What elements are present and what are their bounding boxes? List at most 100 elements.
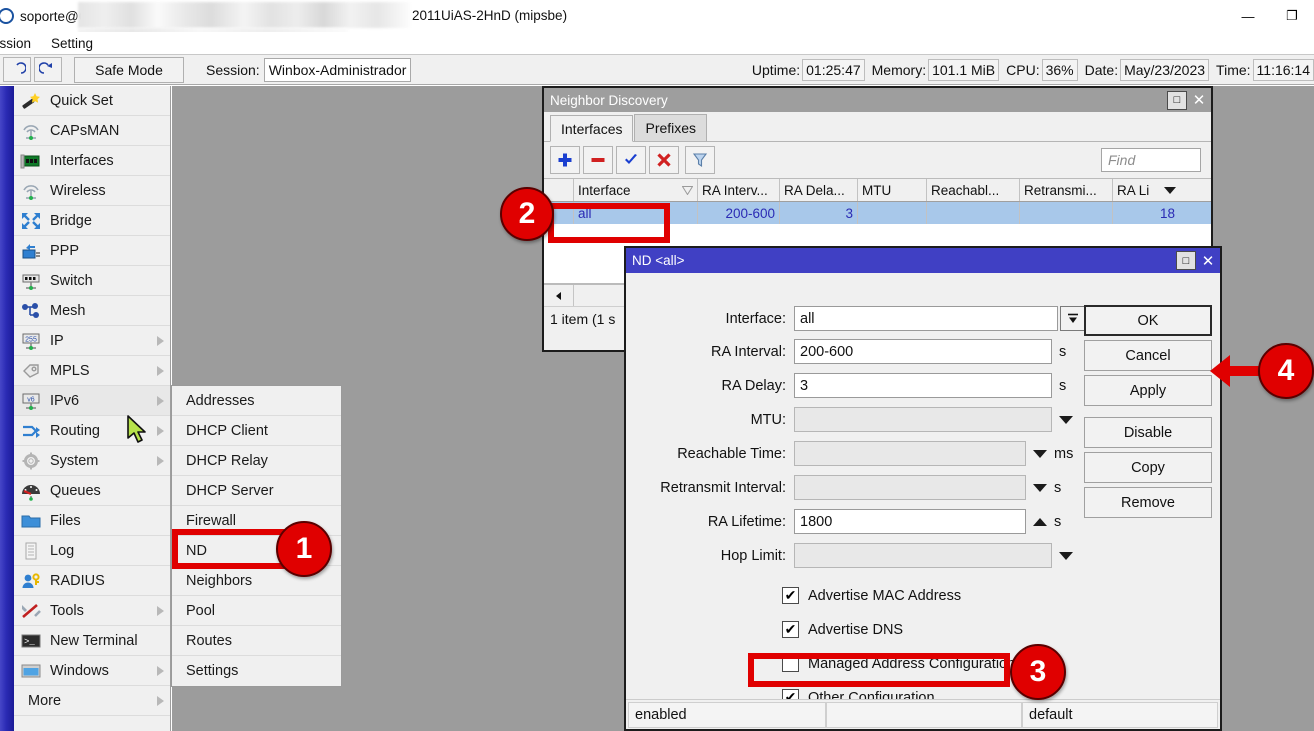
copy-button[interactable]: Copy [1084,452,1212,483]
submenu-item-routes[interactable]: Routes [172,626,341,656]
checkbox-advertise-dns[interactable]: ✔ Advertise DNS [782,617,903,642]
sidebar-item-queues[interactable]: Queues [14,476,170,506]
sidebar-item-ipv6[interactable]: v6 IPv6 [14,386,170,416]
th-ra-lifetime[interactable]: RA Li [1113,179,1157,201]
menu-item-session[interactable]: ession [0,36,41,51]
ra-lifetime-chevron-up-icon[interactable] [1033,518,1047,526]
memory-label: Memory: [872,62,926,78]
retransmit-interval-label: Retransmit Interval: [626,480,794,496]
sidebar-item-mesh[interactable]: Mesh [14,296,170,326]
radius-key-icon [18,569,44,593]
routing-icon [18,419,44,443]
submenu-item-dhcp-client[interactable]: DHCP Client [172,416,341,446]
nd-window-title-bar: Neighbor Discovery □ ✕ [544,88,1211,112]
minimize-icon[interactable]: — [1226,0,1270,32]
sidebar-item-log[interactable]: Log [14,536,170,566]
interface-dropdown-button[interactable] [1060,306,1085,331]
ok-button[interactable]: OK [1084,305,1212,336]
close-icon[interactable]: ✕ [1189,91,1209,110]
cell-reachable [927,202,1020,224]
sidebar-item-ip[interactable]: 255 IP [14,326,170,356]
submenu-item-pool[interactable]: Pool [172,596,341,626]
sidebar-item-more[interactable]: More [14,686,170,716]
nd-tab-strip: Interfaces Prefixes [544,112,1211,142]
remove-icon[interactable] [583,146,613,174]
close-icon[interactable]: ✕ [1198,251,1218,270]
th-reachable[interactable]: Reachabl... [927,179,1020,201]
redo-icon[interactable] [34,57,62,82]
reachable-time-label: Reachable Time: [626,446,794,462]
mtu-input[interactable] [794,407,1052,432]
reachable-time-chevron-down-icon[interactable] [1033,450,1047,458]
th-interface-label: Interface [578,183,631,198]
ra-interval-input[interactable]: 200-600 [794,339,1052,364]
ra-delay-input[interactable]: 3 [794,373,1052,398]
sidebar-label: Quick Set [50,93,113,109]
scroll-left-icon[interactable] [544,285,574,306]
nic-card-icon [18,149,44,173]
sidebar-item-ppp[interactable]: PPP [14,236,170,266]
session-label: Session: [206,62,260,78]
tab-interfaces[interactable]: Interfaces [550,115,633,142]
undo-icon[interactable] [3,57,31,82]
sidebar-item-interfaces[interactable]: Interfaces [14,146,170,176]
ipv6-icon: v6 [18,389,44,413]
sidebar-label: Mesh [50,303,85,319]
sidebar-item-switch[interactable]: Switch [14,266,170,296]
hop-limit-chevron-down-icon[interactable] [1059,552,1073,560]
sidebar-item-system[interactable]: System [14,446,170,476]
chevron-right-icon [157,666,164,676]
submenu-item-settings[interactable]: Settings [172,656,341,686]
sidebar-label: Interfaces [50,153,114,169]
disable-icon[interactable] [649,146,679,174]
hop-limit-input[interactable] [794,543,1052,568]
submenu-item-dhcp-relay[interactable]: DHCP Relay [172,446,341,476]
th-ra-delay[interactable]: RA Dela... [780,179,858,201]
ra-lifetime-input[interactable]: 1800 [794,509,1026,534]
safe-mode-button[interactable]: Safe Mode [74,57,184,83]
sidebar-item-new-terminal[interactable]: >_ New Terminal [14,626,170,656]
antenna-icon [18,179,44,203]
main-menu-sidebar: Quick Set CAPsMAN [14,86,171,731]
sidebar-item-bridge[interactable]: Bridge [14,206,170,236]
mtu-chevron-down-icon[interactable] [1059,416,1073,424]
interface-input[interactable]: all [794,306,1058,331]
reachable-time-input[interactable] [794,441,1026,466]
sidebar-label: IP [50,333,64,349]
submenu-item-dhcp-server[interactable]: DHCP Server [172,476,341,506]
sidebar-item-mpls[interactable]: MPLS [14,356,170,386]
sidebar-item-tools[interactable]: Tools [14,596,170,626]
enable-icon[interactable] [616,146,646,174]
th-mtu[interactable]: MTU [858,179,927,201]
remove-button[interactable]: Remove [1084,487,1212,518]
restore-icon[interactable]: ❐ [1270,0,1314,32]
sidebar-item-windows[interactable]: Windows [14,656,170,686]
sidebar-item-quick-set[interactable]: Quick Set [14,86,170,116]
th-ra-interval[interactable]: RA Interv... [698,179,780,201]
sidebar-item-files[interactable]: Files [14,506,170,536]
filter-icon[interactable] [685,146,715,174]
cancel-button[interactable]: Cancel [1084,340,1212,371]
disable-button[interactable]: Disable [1084,417,1212,448]
apply-button[interactable]: Apply [1084,375,1212,406]
th-retransmit[interactable]: Retransmi... [1020,179,1113,201]
maximize-icon[interactable]: □ [1167,91,1187,110]
submenu-item-addresses[interactable]: Addresses [172,386,341,416]
sidebar-label: Queues [50,483,101,499]
column-chooser-icon[interactable] [1157,179,1179,201]
sidebar-item-capsman[interactable]: CAPsMAN [14,116,170,146]
th-interface[interactable]: Interface [574,179,698,201]
sidebar-item-radius[interactable]: RADIUS [14,566,170,596]
retransmit-interval-input[interactable] [794,475,1026,500]
retransmit-interval-chevron-down-icon[interactable] [1033,484,1047,492]
nd-dialog-buttons: OK Cancel Apply Disable Copy Remove [1084,305,1212,522]
add-icon[interactable] [550,146,580,174]
checkbox-advertise-mac-address[interactable]: ✔ Advertise MAC Address [782,583,961,608]
app-root: soporte@C4:A 2011UiAS-2HnD (mipsbe) — ❐ … [0,0,1314,731]
sidebar-item-wireless[interactable]: Wireless [14,176,170,206]
session-input[interactable]: Winbox-Administrador [264,58,412,82]
find-input[interactable]: Find [1101,148,1201,172]
maximize-icon[interactable]: □ [1176,251,1196,270]
menu-item-settings[interactable]: Setting [41,36,103,51]
tab-prefixes[interactable]: Prefixes [634,114,707,141]
